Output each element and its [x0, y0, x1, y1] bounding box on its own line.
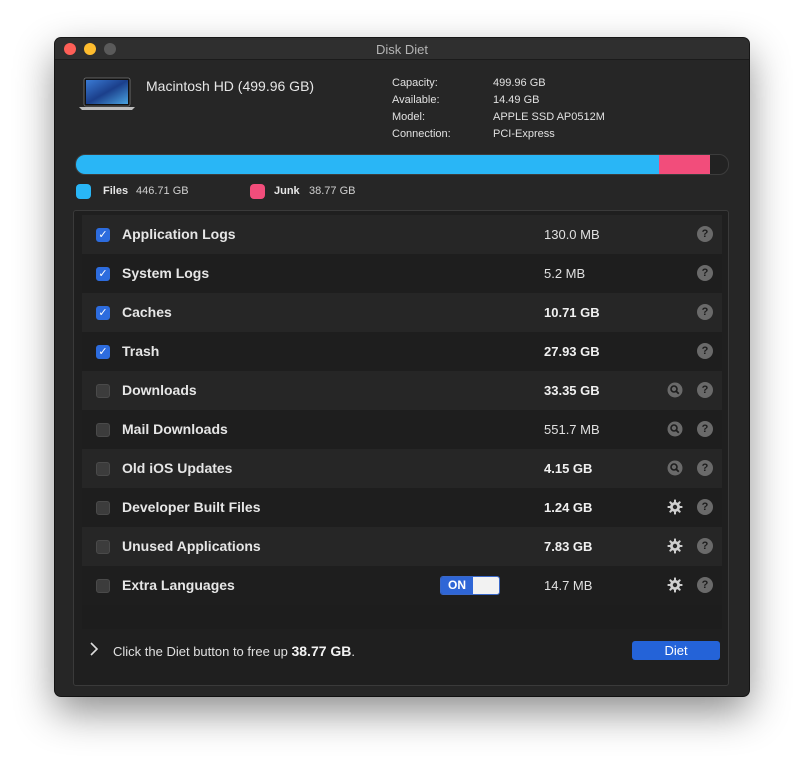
chevron-right-icon[interactable] — [89, 641, 99, 657]
item-label: Mail Downloads — [122, 421, 228, 437]
item-size: 33.35 GB — [544, 383, 600, 398]
item-checkbox[interactable] — [96, 540, 110, 554]
help-icon[interactable]: ? — [697, 343, 713, 359]
footer-text-suffix: . — [351, 644, 356, 659]
item-label: Old iOS Updates — [122, 460, 233, 476]
available-value: 14.49 GB — [493, 94, 540, 106]
help-icon[interactable]: ? — [697, 499, 713, 515]
item-label: Downloads — [122, 382, 197, 398]
help-icon[interactable]: ? — [697, 226, 713, 242]
help-icon[interactable]: ? — [697, 538, 713, 554]
item-label: Extra Languages — [122, 577, 235, 593]
junk-legend-value: 38.77 GB — [309, 185, 356, 197]
item-label: Trash — [122, 343, 160, 359]
item-checkbox[interactable] — [96, 579, 110, 593]
list-item[interactable]: Developer Built Files 1.24 GB? — [82, 488, 722, 527]
magnifier-icon[interactable] — [667, 382, 683, 398]
list-item[interactable]: Extra Languages ON 14.7 MB? — [82, 566, 722, 605]
available-label: Available: — [392, 94, 440, 106]
magnifier-icon[interactable] — [667, 421, 683, 437]
gear-icon[interactable] — [667, 538, 683, 554]
model-value: APPLE SSD AP0512M — [493, 111, 605, 123]
magnifier-icon[interactable] — [667, 460, 683, 476]
files-swatch — [76, 184, 91, 199]
diet-button[interactable]: Diet — [632, 641, 720, 660]
list-item[interactable]: Old iOS Updates 4.15 GB? — [82, 449, 722, 488]
item-size: 7.83 GB — [544, 539, 593, 554]
files-segment — [76, 155, 659, 174]
item-checkbox[interactable] — [96, 462, 110, 476]
item-label: Unused Applications — [122, 538, 261, 554]
item-size: 5.2 MB — [544, 266, 586, 281]
footer-message: Click the Diet button to free up 38.77 G… — [113, 643, 355, 659]
junk-segment — [659, 155, 710, 174]
item-size: 130.0 MB — [544, 227, 600, 242]
item-label: System Logs — [122, 265, 210, 281]
help-icon[interactable]: ? — [697, 421, 713, 437]
capacity-value: 499.96 GB — [493, 77, 546, 89]
footer-amount: 38.77 GB — [291, 643, 352, 659]
list-item[interactable]: Downloads 33.35 GB? — [82, 371, 722, 410]
help-icon[interactable]: ? — [697, 265, 713, 281]
help-icon[interactable]: ? — [697, 304, 713, 320]
app-window: Disk Diet Macintosh HD (499.96 GB) Capac… — [55, 38, 749, 696]
title-bar[interactable]: Disk Diet — [55, 38, 749, 60]
item-checkbox[interactable] — [96, 501, 110, 515]
help-icon[interactable]: ? — [697, 460, 713, 476]
item-label: Developer Built Files — [122, 499, 261, 515]
item-label: Application Logs — [122, 226, 236, 242]
toggle-knob[interactable] — [473, 577, 499, 594]
item-size: 1.24 GB — [544, 500, 593, 515]
item-size: 551.7 MB — [544, 422, 600, 437]
files-legend-value: 446.71 GB — [136, 185, 189, 197]
item-size: 4.15 GB — [544, 461, 593, 476]
files-legend-label: Files — [103, 185, 129, 197]
list-item[interactable]: Mail Downloads 551.7 MB? — [82, 410, 722, 449]
connection-value: PCI-Express — [493, 128, 555, 140]
item-size: 27.93 GB — [544, 344, 600, 359]
model-label: Model: — [392, 111, 426, 123]
item-size: 14.7 MB — [544, 578, 593, 593]
capacity-label: Capacity: — [392, 77, 438, 89]
junk-swatch — [250, 184, 265, 199]
item-checkbox[interactable] — [96, 423, 110, 437]
list-item[interactable]: ✓ Caches 10.71 GB? — [82, 293, 722, 332]
gear-icon[interactable] — [667, 499, 683, 515]
connection-label: Connection: — [392, 128, 451, 140]
help-icon[interactable]: ? — [697, 382, 713, 398]
laptop-icon — [79, 77, 135, 110]
list-item[interactable]: ✓ Application Logs 130.0 MB? — [82, 215, 722, 254]
item-label: Caches — [122, 304, 172, 320]
help-icon[interactable]: ? — [697, 577, 713, 593]
cleanup-list: ✓ Application Logs 130.0 MB? ✓ System Logs 5.… — [82, 215, 722, 629]
toggle-on-label: ON — [441, 577, 473, 594]
languages-toggle[interactable]: ON — [440, 576, 500, 595]
cleanup-panel: ✓ Application Logs 130.0 MB? ✓ System Logs 5.… — [73, 210, 729, 686]
item-checkbox[interactable] — [96, 384, 110, 398]
item-checkbox[interactable]: ✓ — [96, 267, 110, 281]
disk-usage-bar — [75, 154, 729, 175]
list-item[interactable]: ✓ System Logs 5.2 MB? — [82, 254, 722, 293]
list-item[interactable]: ✓ Trash 27.93 GB? — [82, 332, 722, 371]
item-size: 10.71 GB — [544, 305, 600, 320]
item-checkbox[interactable]: ✓ — [96, 306, 110, 320]
list-item[interactable]: Unused Applications 7.83 GB? — [82, 527, 722, 566]
window-title: Disk Diet — [375, 42, 428, 57]
gear-icon[interactable] — [667, 577, 683, 593]
junk-legend-label: Junk — [274, 185, 300, 197]
item-checkbox[interactable]: ✓ — [96, 228, 110, 242]
footer-text-prefix: Click the Diet button to free up — [113, 644, 292, 659]
item-checkbox[interactable]: ✓ — [96, 345, 110, 359]
disk-name: Macintosh HD (499.96 GB) — [146, 78, 315, 94]
